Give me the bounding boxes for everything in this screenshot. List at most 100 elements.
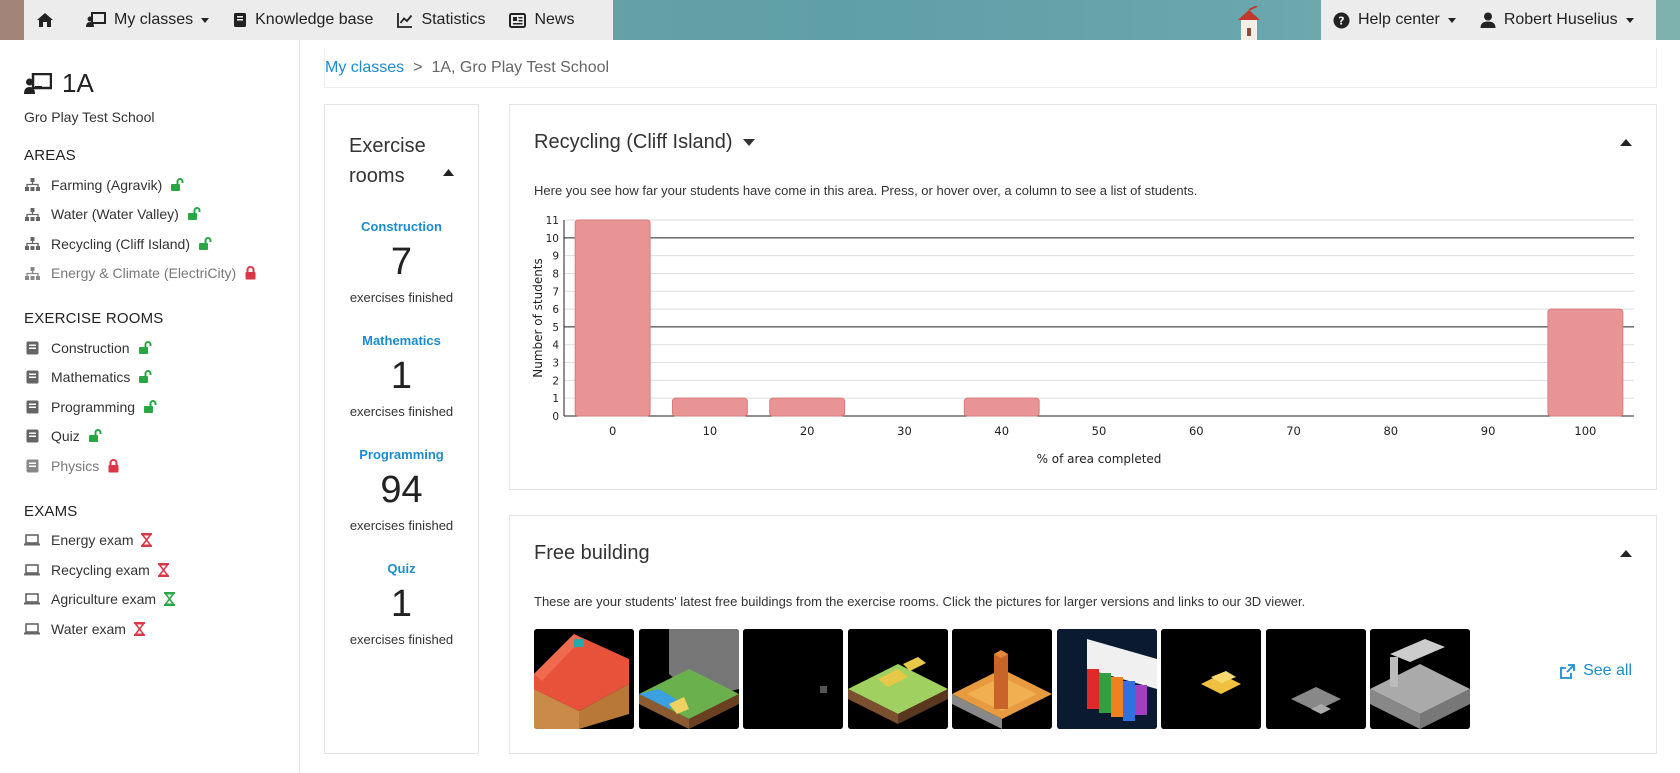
sidebar-item-farming[interactable]: Farming (Agravik): [24, 170, 299, 200]
nav-knowledge-base[interactable]: Knowledge base: [221, 0, 385, 40]
room-count: 94: [380, 469, 423, 511]
nav-news[interactable]: News: [497, 0, 586, 40]
x-tick-label: 80: [1383, 424, 1398, 438]
room-name: Quiz: [387, 561, 416, 576]
chart-bar[interactable]: [963, 397, 1040, 417]
building-thumbnail[interactable]: [1370, 629, 1470, 729]
nav-statistics[interactable]: Statistics: [385, 0, 497, 40]
sidebar-item-energy-exam[interactable]: Energy exam: [24, 526, 299, 556]
unlock-icon: [138, 340, 152, 354]
room-count-label: exercises finished: [349, 404, 454, 419]
y-tick-label: 0: [552, 411, 559, 423]
chart-bar[interactable]: [671, 397, 748, 417]
building-thumbnail[interactable]: [534, 629, 634, 729]
chart-bar[interactable]: [769, 397, 846, 417]
school-name: Gro Play Test School: [24, 109, 155, 125]
sidebar-item-agriculture-exam[interactable]: Agriculture exam: [24, 585, 299, 615]
hourglass-icon: [164, 592, 176, 607]
area-description: Here you see how far your students have …: [534, 183, 1198, 198]
collapse-button[interactable]: [1620, 550, 1632, 557]
sidebar-item-label: Mathematics: [51, 369, 131, 386]
book-icon: [234, 13, 247, 27]
book-icon: [26, 400, 38, 414]
building-thumbnail[interactable]: [638, 629, 739, 729]
nav-user-menu[interactable]: Robert Huselius: [1468, 0, 1646, 40]
exercise-rooms-title-text: Exercise rooms: [349, 135, 426, 187]
x-tick-label: 70: [1286, 424, 1301, 438]
class-title: 1A: [24, 68, 299, 99]
y-tick-label: 11: [546, 215, 559, 227]
exercise-rooms-title: Exercise rooms: [325, 105, 478, 191]
x-tick-label: 60: [1189, 424, 1204, 438]
sidebar-item-water-exam[interactable]: Water exam: [24, 614, 299, 644]
line-chart-icon: [397, 13, 413, 28]
x-tick-label: 40: [994, 424, 1009, 438]
see-all-link[interactable]: See all: [1560, 662, 1632, 680]
laptop-icon: [24, 534, 40, 546]
sidebar-item-water[interactable]: Water (Water Valley): [24, 200, 299, 230]
rooms-list: Construction Mathematics Programming Qui…: [24, 333, 299, 481]
y-tick-label: 5: [552, 322, 559, 334]
user-icon: [1480, 12, 1496, 28]
unlock-icon: [171, 177, 184, 191]
see-all-label: See all: [1583, 662, 1632, 679]
nav-my-classes[interactable]: My classes: [74, 0, 221, 40]
svg-text:?: ?: [1338, 14, 1344, 27]
building-thumbnail[interactable]: [1056, 629, 1157, 729]
y-tick-label: 10: [546, 233, 559, 245]
chevron-down-icon: [1447, 17, 1456, 23]
sidebar-item-programming[interactable]: Programming: [24, 392, 299, 422]
sidebar-item-quiz[interactable]: Quiz: [24, 422, 299, 452]
breadcrumb-current: 1A, Gro Play Test School: [431, 58, 610, 76]
home-link[interactable]: [24, 0, 74, 40]
x-tick-label: 90: [1481, 424, 1496, 438]
user-nav: ? Help center Robert Huselius: [1321, 0, 1656, 40]
building-thumbnail[interactable]: [847, 629, 948, 729]
sidebar-item-label: Physics: [51, 457, 100, 474]
sidebar-item-label: Energy & Climate (ElectriCity): [51, 265, 237, 282]
chart-bar[interactable]: [574, 219, 651, 417]
progress-bar-chart: 0 1 2 3 4 5 6 7 8 9 10 11 0 10 20 30 40 50 60 70 80 90 100 % of…: [531, 215, 1634, 466]
sidebar-item-label: Construction: [51, 339, 130, 356]
area-select-dropdown[interactable]: Recycling (Cliff Island): [534, 131, 755, 154]
newspaper-icon: [509, 12, 527, 28]
y-tick-label: 1: [552, 393, 559, 405]
sidebar-item-label: Programming: [51, 398, 136, 415]
area-title: Recycling (Cliff Island): [534, 131, 733, 153]
y-tick-label: 4: [552, 340, 559, 352]
unlock-icon: [187, 207, 201, 221]
breadcrumb: My classes > 1A, Gro Play Test School: [324, 48, 1657, 88]
room-count: 7: [390, 241, 413, 283]
building-image: [1265, 629, 1366, 729]
building-thumbnail[interactable]: [1265, 629, 1366, 729]
book-icon: [26, 341, 38, 355]
hourglass-icon: [157, 562, 169, 577]
hourglass-icon: [141, 533, 153, 548]
building-thumbnail[interactable]: [952, 629, 1052, 729]
areas-heading: AREAS: [24, 147, 76, 164]
sidebar-item-recycling-exam[interactable]: Recycling exam: [24, 555, 299, 585]
building-image: [1370, 629, 1470, 729]
breadcrumb-my-classes[interactable]: My classes: [325, 59, 404, 77]
building-thumbnail[interactable]: [1161, 629, 1261, 729]
chart-bar[interactable]: [1547, 308, 1624, 417]
building-thumbnail[interactable]: [743, 629, 843, 729]
room-stat-programming: Programming 94 exercises finished: [325, 447, 478, 533]
collapse-button[interactable]: [1620, 139, 1632, 146]
x-tick-label: 100: [1574, 424, 1596, 438]
collapse-button[interactable]: [443, 155, 454, 185]
sidebar-item-construction[interactable]: Construction: [24, 333, 299, 363]
x-tick-label: 20: [800, 424, 815, 438]
sidebar-item-physics[interactable]: Physics: [24, 451, 299, 481]
exercise-rooms-card: Exercise rooms Construction 7 exercises …: [324, 104, 479, 754]
nav-help-center[interactable]: ? Help center: [1321, 0, 1468, 40]
building-thumbnails: [534, 629, 1475, 729]
unlock-icon: [88, 429, 102, 443]
building-image: [743, 629, 843, 729]
sidebar-item-energy[interactable]: Energy & Climate (ElectriCity): [24, 259, 299, 289]
sidebar-item-recycling[interactable]: Recycling (Cliff Island): [24, 229, 299, 259]
sidebar-item-label: Farming (Agravik): [51, 176, 163, 193]
teacher-board-icon: [86, 12, 106, 27]
sidebar-item-mathematics[interactable]: Mathematics: [24, 363, 299, 393]
sitemap-icon: [24, 207, 40, 221]
